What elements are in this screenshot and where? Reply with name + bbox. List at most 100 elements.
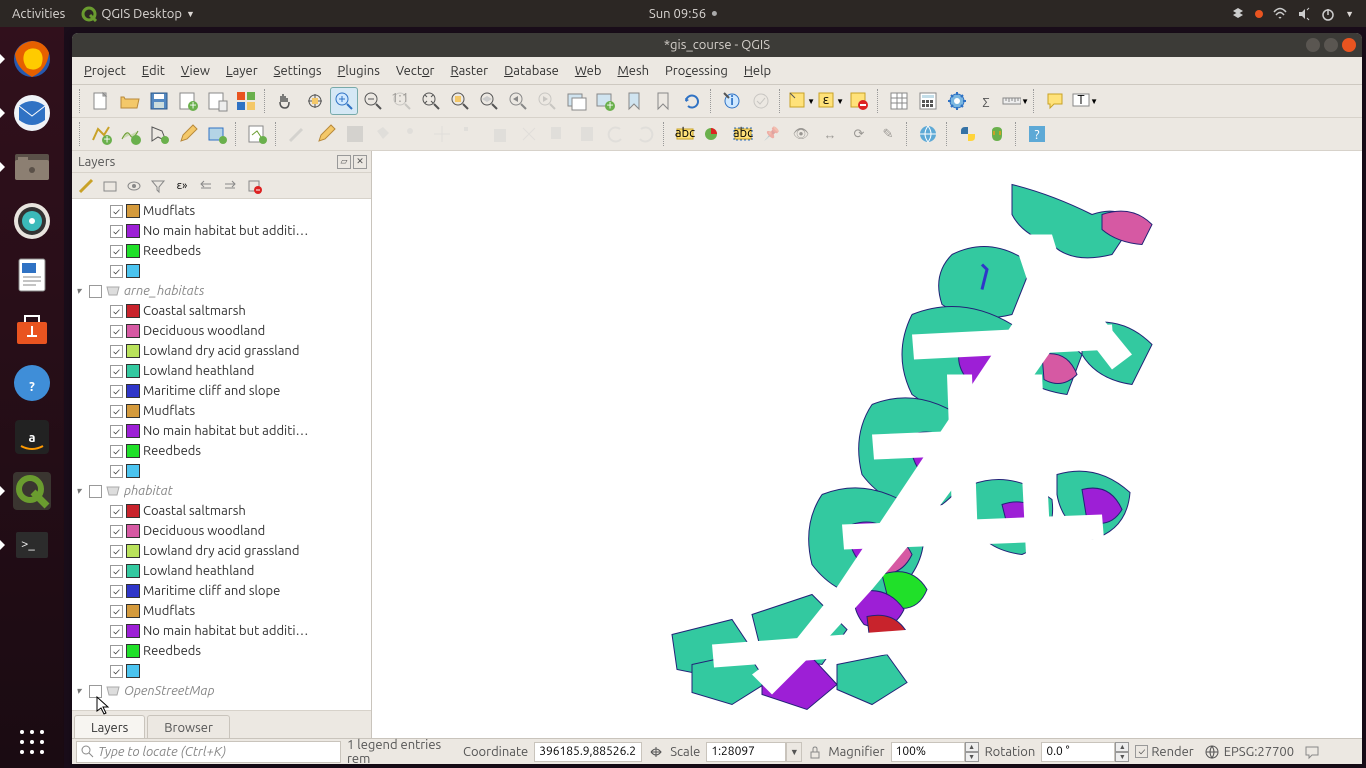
magnifier-input[interactable]: [891, 742, 965, 762]
remove-layer-icon[interactable]: [244, 176, 264, 196]
rot-up-icon[interactable]: ▲: [1115, 742, 1129, 752]
legend-item[interactable]: ✓Coastal saltmarsh: [72, 501, 371, 521]
dropbox-icon[interactable]: [1231, 7, 1245, 21]
legend-item[interactable]: ✓No main habitat but additi…: [72, 221, 371, 241]
legend-item[interactable]: ✓: [72, 261, 371, 281]
layer-arne_habitats[interactable]: ▾arne_habitats: [72, 281, 371, 301]
zoom-layer-icon[interactable]: [475, 87, 503, 115]
zoom-native-icon[interactable]: 1:1: [388, 87, 416, 115]
collapse-icon[interactable]: ▾: [76, 485, 86, 497]
edit-pencil-icon[interactable]: [174, 120, 202, 148]
pan-to-selection-icon[interactable]: [301, 87, 329, 115]
new-shapefile-icon[interactable]: [145, 120, 173, 148]
legend-item[interactable]: ✓Deciduous woodland: [72, 321, 371, 341]
help-button-icon[interactable]: ?: [1023, 120, 1051, 148]
layout-manager-icon[interactable]: [203, 87, 231, 115]
legend-item[interactable]: ✓No main habitat but additi…: [72, 621, 371, 641]
layer-OpenStreetMap[interactable]: ▾OpenStreetMap: [72, 681, 371, 701]
add-vector-icon[interactable]: +: [87, 120, 115, 148]
map-canvas[interactable]: [372, 151, 1362, 738]
checkbox-icon[interactable]: ✓: [110, 465, 123, 478]
software-icon[interactable]: [6, 303, 58, 355]
new-map-view-icon[interactable]: [562, 87, 590, 115]
select-features-icon[interactable]: ▼: [787, 87, 815, 115]
style-manager-icon[interactable]: [232, 87, 260, 115]
refresh-icon[interactable]: [678, 87, 706, 115]
firefox-icon[interactable]: [6, 33, 58, 85]
close-button[interactable]: [1342, 38, 1356, 52]
crs-button[interactable]: EPSG:27700: [1204, 744, 1294, 760]
menu-vector[interactable]: Vector: [390, 61, 441, 81]
highlight-label-icon[interactable]: abc: [729, 120, 757, 148]
menu-view[interactable]: View: [175, 61, 216, 81]
zoom-out-icon[interactable]: [359, 87, 387, 115]
messages-icon[interactable]: [1304, 744, 1320, 760]
checkbox-icon[interactable]: ✓: [110, 205, 123, 218]
checkbox-icon[interactable]: ✓: [110, 365, 123, 378]
text-annotation-icon[interactable]: T▼: [1070, 87, 1098, 115]
locator-input[interactable]: Type to locate (Ctrl+K): [76, 741, 341, 763]
checkbox-icon[interactable]: ✓: [110, 585, 123, 598]
legend-item[interactable]: ✓Reedbeds: [72, 241, 371, 261]
collapse-icon[interactable]: ▾: [76, 685, 86, 697]
toggle-edit-icon[interactable]: [312, 120, 340, 148]
new-project-icon[interactable]: [87, 87, 115, 115]
legend-item[interactable]: ✓Lowland dry acid grassland: [72, 341, 371, 361]
menu-processing[interactable]: Processing: [659, 61, 734, 81]
new-virtual-icon[interactable]: [203, 120, 231, 148]
toggle-extents-icon[interactable]: [648, 744, 664, 760]
menu-mesh[interactable]: Mesh: [611, 61, 655, 81]
spatial-bookmark-icon[interactable]: [620, 87, 648, 115]
expression-filter-icon[interactable]: ε»: [172, 176, 192, 196]
checkbox-icon[interactable]: ✓: [110, 525, 123, 538]
checkbox-icon[interactable]: ✓: [110, 405, 123, 418]
filter-legend-icon[interactable]: [148, 176, 168, 196]
render-checkbox[interactable]: ✓Render: [1135, 745, 1193, 759]
menu-edit[interactable]: Edit: [136, 61, 171, 81]
menu-raster[interactable]: Raster: [444, 61, 494, 81]
legend-item[interactable]: ✓Coastal saltmarsh: [72, 301, 371, 321]
menu-project[interactable]: Project: [78, 61, 132, 81]
checkbox-icon[interactable]: ✓: [110, 625, 123, 638]
legend-item[interactable]: ✓Mudflats: [72, 601, 371, 621]
tab-layers[interactable]: Layers: [74, 715, 145, 738]
zoom-selection-icon[interactable]: [446, 87, 474, 115]
checkbox-icon[interactable]: ✓: [110, 645, 123, 658]
checkbox-icon[interactable]: ✓: [110, 425, 123, 438]
legend-item[interactable]: ✓Maritime cliff and slope: [72, 581, 371, 601]
layers-tree[interactable]: ✓Mudflats✓No main habitat but additi…✓Re…: [72, 199, 371, 710]
files-icon[interactable]: [6, 141, 58, 193]
menu-settings[interactable]: Settings: [268, 61, 328, 81]
zoom-full-icon[interactable]: [417, 87, 445, 115]
checkbox-icon[interactable]: ✓: [110, 325, 123, 338]
deselect-icon[interactable]: [845, 87, 873, 115]
power-icon[interactable]: [1321, 7, 1335, 21]
clock[interactable]: Sun 09:56: [649, 7, 717, 21]
legend-item[interactable]: ✓Maritime cliff and slope: [72, 381, 371, 401]
undock-icon[interactable]: ▱: [337, 155, 351, 169]
zoom-in-icon[interactable]: [330, 87, 358, 115]
checkbox-icon[interactable]: ✓: [110, 545, 123, 558]
checkbox-icon[interactable]: ✓: [110, 665, 123, 678]
tab-browser[interactable]: Browser: [147, 715, 230, 738]
python-console-icon[interactable]: [954, 120, 982, 148]
help-icon[interactable]: ?: [6, 357, 58, 409]
volume-icon[interactable]: [1297, 7, 1311, 21]
menu-plugins[interactable]: Plugins: [332, 61, 386, 81]
new-geopackage-icon[interactable]: [243, 120, 271, 148]
legend-item[interactable]: ✓Reedbeds: [72, 441, 371, 461]
app-menu[interactable]: QGIS Desktop ▼: [81, 6, 195, 22]
save-project-icon[interactable]: [145, 87, 173, 115]
plugin-icon[interactable]: [983, 120, 1011, 148]
checkbox-icon[interactable]: ✓: [110, 265, 123, 278]
action-icon[interactable]: [747, 87, 775, 115]
attribute-table-icon[interactable]: [885, 87, 913, 115]
expand-all-icon[interactable]: [196, 176, 216, 196]
close-panel-icon[interactable]: ✕: [353, 155, 367, 169]
zoom-next-icon[interactable]: [533, 87, 561, 115]
legend-item[interactable]: ✓No main habitat but additi…: [72, 421, 371, 441]
layer-style-icon[interactable]: [76, 176, 96, 196]
checkbox-icon[interactable]: ✓: [110, 345, 123, 358]
maximize-button[interactable]: [1324, 38, 1338, 52]
menu-help[interactable]: Help: [738, 61, 777, 81]
